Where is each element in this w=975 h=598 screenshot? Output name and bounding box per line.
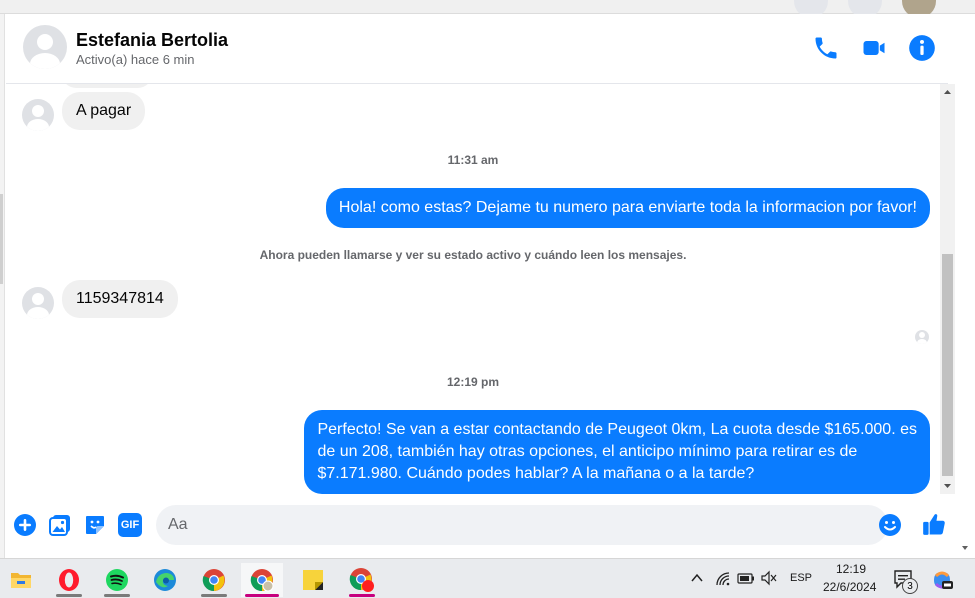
chrome-profile-icon	[250, 569, 274, 592]
message-line: $7.171.980. Cuándo podes hablar? A la ma…	[317, 465, 755, 482]
info-icon[interactable]	[908, 34, 936, 62]
chrome-red-profile-app[interactable]	[341, 563, 383, 597]
copilot-icon[interactable]	[930, 568, 954, 592]
seen-indicator-avatar	[915, 330, 929, 344]
plus-circle-icon[interactable]	[13, 513, 37, 537]
phone-icon[interactable]	[812, 34, 840, 62]
sticky-notes-app[interactable]	[292, 563, 334, 597]
scroll-down-arrow-icon[interactable]	[940, 478, 955, 494]
browser-top-strip	[0, 0, 975, 18]
right-edge	[955, 14, 975, 558]
gif-label: GIF	[120, 519, 140, 531]
file-explorer-icon	[11, 573, 31, 588]
windows-taskbar: ESP 12:19 22/6/2024 3	[0, 558, 975, 598]
message-line: Perfecto! Se van a estar contactando de …	[317, 421, 917, 438]
message-timestamp: 11:31 am	[447, 153, 499, 167]
wifi-icon[interactable]	[715, 571, 731, 587]
scrollbar-thumb[interactable]	[942, 254, 953, 476]
video-camera-icon[interactable]	[860, 34, 888, 62]
sender-avatar	[22, 99, 54, 131]
chrome-app[interactable]	[193, 563, 235, 597]
message-list[interactable]: A pagar 11:31 am Hola! como estas? Dejam…	[6, 84, 940, 496]
message-bubble-incoming[interactable]: 1159347814	[62, 280, 178, 318]
message-bubble-incoming[interactable]: A pagar	[62, 92, 146, 130]
clock-time[interactable]: 12:19	[836, 562, 866, 576]
chrome-profile-app[interactable]	[241, 563, 283, 597]
message-bubble-outgoing[interactable]: Hola! como estas? Dejame tu numero para …	[325, 188, 930, 228]
emoji-icon[interactable]	[878, 513, 902, 537]
spotify-app[interactable]	[96, 563, 138, 597]
opera-app[interactable]	[48, 563, 90, 597]
chrome-icon	[202, 569, 225, 592]
edge-app[interactable]	[144, 563, 186, 597]
file-explorer-app[interactable]	[0, 563, 42, 597]
message-bubble-partial	[62, 84, 152, 88]
chat-header: Estefania Bertolia Activo(a) hace 6 min	[6, 14, 948, 84]
chevron-up-icon[interactable]	[690, 571, 704, 585]
chrome-red-profile-icon	[349, 568, 374, 592]
gif-icon[interactable]: GIF	[118, 513, 142, 537]
contact-status: Activo(a) hace 6 min	[76, 52, 195, 67]
sticky-notes-icon	[303, 570, 323, 590]
volume-muted-icon[interactable]	[761, 570, 777, 586]
contact-name[interactable]: Estefania Bertolia	[76, 30, 228, 51]
spotify-icon	[106, 569, 128, 591]
clock-date[interactable]: 22/6/2024	[823, 580, 876, 594]
message-composer: GIF	[6, 496, 961, 558]
message-bubble-outgoing[interactable]: Perfecto! Se van a estar contactando de …	[304, 410, 930, 494]
battery-icon[interactable]	[737, 571, 755, 585]
message-scrollbar[interactable]	[940, 84, 955, 494]
notification-count-badge: 3	[902, 578, 918, 594]
message-line: de un 208, también hay otras opciones, e…	[317, 443, 858, 460]
image-icon[interactable]	[48, 513, 72, 537]
scroll-up-arrow-icon[interactable]	[940, 84, 955, 100]
page-scroll-down-arrow-icon[interactable]	[959, 542, 971, 554]
thumbs-up-icon[interactable]	[921, 511, 947, 537]
left-panel-edge	[0, 14, 5, 558]
system-notice: Ahora pueden llamarse y ver su estado ac…	[259, 248, 687, 262]
message-input[interactable]	[156, 505, 888, 545]
sender-avatar	[22, 287, 54, 319]
message-timestamp: 12:19 pm	[446, 375, 500, 389]
edge-icon	[154, 569, 176, 591]
sticker-icon[interactable]	[83, 513, 107, 537]
screen: Estefania Bertolia Activo(a) hace 6 min …	[0, 0, 975, 598]
contact-avatar[interactable]	[23, 25, 67, 69]
language-indicator[interactable]: ESP	[790, 572, 812, 584]
opera-icon	[59, 569, 79, 591]
